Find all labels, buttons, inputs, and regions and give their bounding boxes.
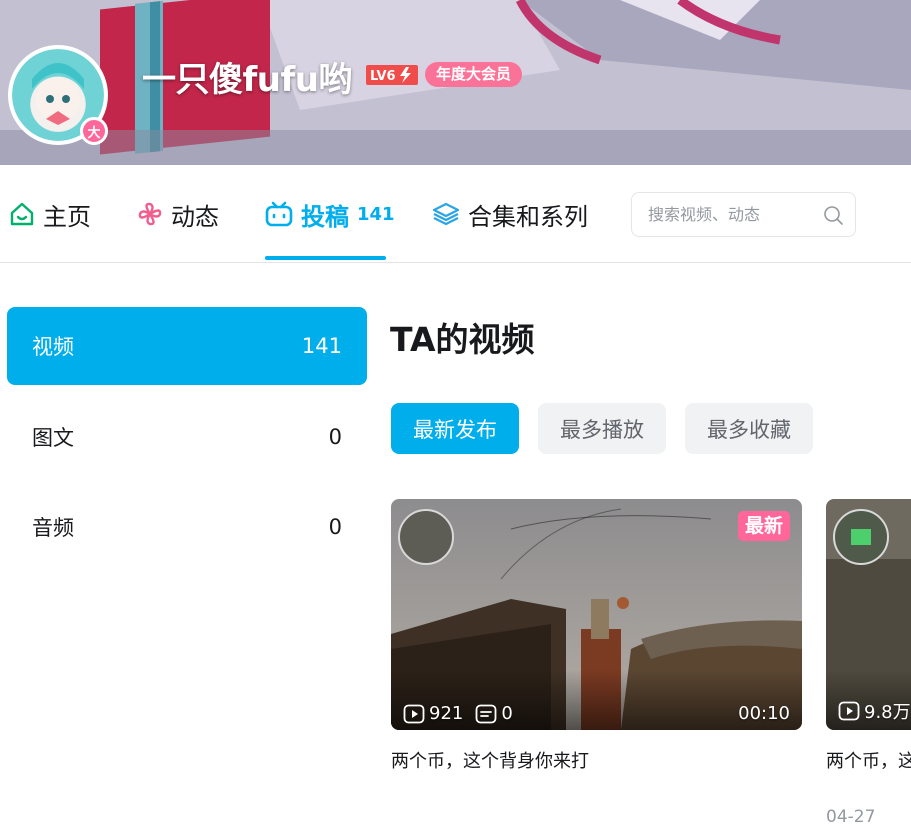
search-box (631, 192, 856, 237)
play-icon (403, 704, 425, 723)
play-count-value: 9.8万 (864, 702, 911, 723)
video-title[interactable]: 两个币，这个背身你来打 (391, 747, 589, 773)
sidebar-item-count: 0 (328, 515, 342, 539)
level-badge-icon: LV6 (366, 65, 418, 85)
sort-latest-button[interactable]: 最新发布 (391, 403, 519, 454)
sidebar-item-audio[interactable]: 音频 0 (7, 488, 367, 566)
comment-count-value: 0 (501, 703, 513, 724)
page-title: TA的视频 (390, 320, 535, 359)
sidebar-item-article[interactable]: 图文 0 (7, 398, 367, 476)
sidebar-item-label: 视频 (32, 335, 74, 359)
video-stats: 9.8万 (838, 698, 911, 724)
play-count: 9.8万 (838, 698, 911, 724)
play-count: 921 (403, 703, 463, 724)
video-card[interactable]: 9.8万 两个币，这 04-27 (826, 499, 911, 835)
tab-home[interactable]: 主页 (9, 165, 91, 263)
tab-home-label: 主页 (43, 202, 91, 231)
search-input[interactable] (648, 205, 818, 224)
level-label: LV6 (370, 69, 396, 84)
active-tab-indicator (265, 256, 386, 260)
tab-dynamic-label: 动态 (171, 202, 219, 231)
danmaku-icon (475, 704, 497, 723)
vip-avatar-badge: 大 (80, 117, 108, 145)
video-title[interactable]: 两个币，这 (826, 747, 911, 773)
sidebar-item-video[interactable]: 视频 141 (7, 307, 367, 385)
home-icon (10, 202, 34, 226)
tab-uploads[interactable]: 投稿 141 (265, 165, 395, 263)
layers-icon (432, 202, 460, 226)
tab-dynamic[interactable]: 动态 (137, 165, 219, 263)
new-badge: 最新 (737, 511, 790, 541)
username: 一只傻fufu哟 (142, 60, 353, 100)
video-date: 04-27 (826, 807, 876, 827)
sidebar-item-label: 图文 (32, 426, 74, 450)
tab-collections-label: 合集和系列 (468, 202, 588, 231)
video-duration: 00:10 (738, 703, 790, 724)
video-thumbnail[interactable]: 9.8万 (826, 499, 911, 730)
sort-most-favorited-button[interactable]: 最多收藏 (685, 403, 813, 454)
sidebar-item-count: 0 (328, 425, 342, 449)
play-count-value: 921 (429, 703, 464, 724)
sort-most-played-button[interactable]: 最多播放 (538, 403, 666, 454)
search-icon[interactable] (822, 204, 844, 226)
tab-uploads-count: 141 (357, 203, 395, 225)
video-stats: 921 0 (403, 703, 525, 724)
tab-uploads-label: 投稿 (301, 202, 349, 231)
pinwheel-icon (138, 202, 162, 226)
play-icon (838, 701, 860, 721)
video-thumbnail[interactable]: 最新 921 0 00:10 (391, 499, 802, 730)
tab-collections[interactable]: 合集和系列 (432, 165, 588, 263)
vip-badge: 年度大会员 (425, 62, 523, 87)
sidebar-item-count: 141 (301, 334, 342, 358)
tv-icon (265, 201, 293, 227)
comment-count: 0 (475, 703, 513, 724)
sidebar-item-label: 音频 (32, 516, 74, 540)
video-card[interactable]: 最新 921 0 00:10 两个币，这个背身你来打 (391, 499, 802, 772)
